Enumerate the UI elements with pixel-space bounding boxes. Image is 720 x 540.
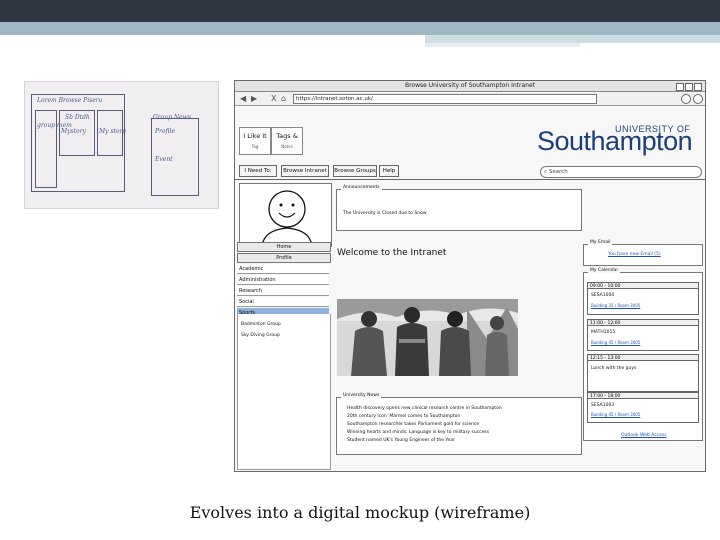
calendar-legend: My Calendar (588, 268, 621, 273)
sidebar-item-academic[interactable]: Academic (237, 264, 329, 274)
calendar-event-time: 11:00 - 12:00 (587, 319, 699, 326)
university-logo-wordmark: Southampton (537, 126, 693, 156)
search-icon: ⌕ (544, 169, 548, 175)
calendar-event-title: Lunch with the guys (591, 366, 637, 371)
window-titlebar: Browse University of Southampton Intrane… (235, 81, 705, 92)
students-photo-image (337, 299, 518, 376)
widget-sub: Notes (281, 144, 293, 149)
home-icon[interactable]: ⌂ (281, 92, 286, 105)
sidebar-item-research[interactable]: Research (237, 286, 329, 296)
settings-icon[interactable] (693, 94, 703, 104)
tags-notes-widget[interactable]: Tags & Notes (271, 127, 303, 155)
smiley-face-icon (261, 190, 313, 247)
calendar-event-title: SESA1003 (591, 403, 615, 408)
calendar-event[interactable]: SESA1004 Building 35 / Room 3005 (587, 289, 699, 315)
wireframe-browser-window: Browse University of Southampton Intrane… (234, 80, 706, 472)
calendar-event[interactable]: SESA1003 Building 45 / Room 3005 (587, 399, 699, 423)
sidebar-subitem-sky-diving[interactable]: Sky Diving Group (241, 333, 280, 338)
news-legend: University News (341, 393, 382, 398)
sidebar-item-administration[interactable]: Administration (237, 275, 329, 285)
close-window-button[interactable] (694, 83, 702, 91)
students-photo (337, 299, 518, 376)
sketch-note: Lorem Browse Pisera (37, 97, 103, 104)
sketch-note: Profile (155, 128, 175, 135)
slide-caption: Evolves into a digital mockup (wireframe… (189, 503, 531, 522)
address-bar-row: ◀ ▶ X ⌂ https://intranet.soton.ac.uk/ (235, 92, 705, 106)
announcements-panel: Announcements The University is Closed d… (336, 185, 582, 231)
url-input[interactable]: https://intranet.soton.ac.uk/ (293, 94, 597, 104)
minimize-button[interactable] (676, 83, 684, 91)
calendar-event-location-link[interactable]: Building 45 / Room 3005 (591, 412, 640, 417)
sketch-note: Group News (153, 114, 191, 121)
widget-sub: Tag (251, 144, 259, 149)
whiteboard-sketch-photo: Lorem Browse Pisera Sb Dtdh Mystory My s… (24, 81, 219, 209)
page-title: Welcome to the Intranet (337, 248, 447, 258)
email-legend: My Email (588, 240, 613, 245)
calendar-event-time: 09:00 - 10:00 (587, 282, 699, 289)
widget-title: I Like It (243, 132, 267, 140)
sketch-note: Event (155, 156, 173, 163)
widget-title: Tags & (276, 132, 298, 140)
slide-accent-strip-3 (425, 43, 580, 47)
window-title: Browse University of Southampton Intrane… (404, 82, 536, 89)
back-arrow-icon[interactable]: ◀ (240, 92, 246, 105)
new-email-link[interactable]: You have new Email (5) (608, 252, 661, 257)
slide-accent-strip-2 (425, 35, 720, 43)
search-input[interactable]: ⌕ Search (540, 166, 702, 178)
forward-arrow-icon[interactable]: ▶ (251, 92, 257, 105)
university-news-panel: University News Health discovery opens n… (336, 393, 582, 455)
sketch-note: Mystory (61, 128, 86, 135)
header-divider (235, 179, 705, 180)
calendar-event-location-link[interactable]: Building 35 / Room 3005 (591, 303, 640, 308)
sketch-note: group mem (37, 122, 72, 129)
slide-accent-strip (0, 22, 720, 35)
calendar-event-title: SESA1004 (591, 293, 615, 298)
news-item[interactable]: Health discovery opens new clinical rese… (347, 406, 502, 411)
menu-browse-intranet[interactable]: Browse Intranet (281, 165, 329, 177)
i-like-it-widget[interactable]: I Like It Tag (239, 127, 271, 155)
calendar-event-location-link[interactable]: Building 45 / Room 3005 (591, 340, 640, 345)
menu-help[interactable]: Help (379, 165, 399, 177)
sketch-note: Sb Dtdh (65, 114, 90, 121)
maximize-button[interactable] (685, 83, 693, 91)
sketch-note: My story (99, 128, 126, 135)
refresh-icon[interactable] (681, 94, 691, 104)
calendar-event-time: 12:15 - 13:00 (587, 354, 699, 361)
news-item[interactable]: Winning hearts and minds: Language is ke… (347, 430, 489, 435)
sidebar-home-button[interactable]: Home (237, 242, 331, 252)
slide-top-bar (0, 0, 720, 22)
my-email-panel: My Email You have new Email (5) (583, 240, 703, 266)
sidebar-item-social[interactable]: Social (237, 297, 329, 307)
news-item[interactable]: 20th century icon' Marmel comes to South… (347, 414, 460, 419)
announcement-text: The University is Closed due to Snow (343, 211, 427, 216)
calendar-event[interactable]: MATH1015 Building 45 / Room 3005 (587, 326, 699, 351)
avatar[interactable] (239, 183, 332, 247)
stop-icon[interactable]: X (271, 92, 276, 105)
calendar-event-title: MATH1015 (591, 330, 616, 335)
menu-i-need-to[interactable]: I Need To: (239, 165, 277, 177)
outlook-web-access-link[interactable]: Outlook Web Access (621, 433, 667, 438)
calendar-event[interactable]: Lunch with the guys (587, 361, 699, 392)
menu-browse-groups[interactable]: Browse Groups (333, 165, 377, 177)
news-item[interactable]: Student named UK's Young Engineer of the… (347, 438, 455, 443)
announcements-legend: Announcements (341, 185, 382, 190)
news-item[interactable]: Southampton researcher takes Parliament … (347, 422, 479, 427)
search-placeholder: Search (548, 169, 568, 175)
calendar-event-time: 17:00 - 18:00 (587, 392, 699, 399)
sidebar-subitem-badminton[interactable]: Badminton Group (241, 322, 281, 327)
sidebar-profile-button[interactable]: Profile (237, 253, 331, 263)
